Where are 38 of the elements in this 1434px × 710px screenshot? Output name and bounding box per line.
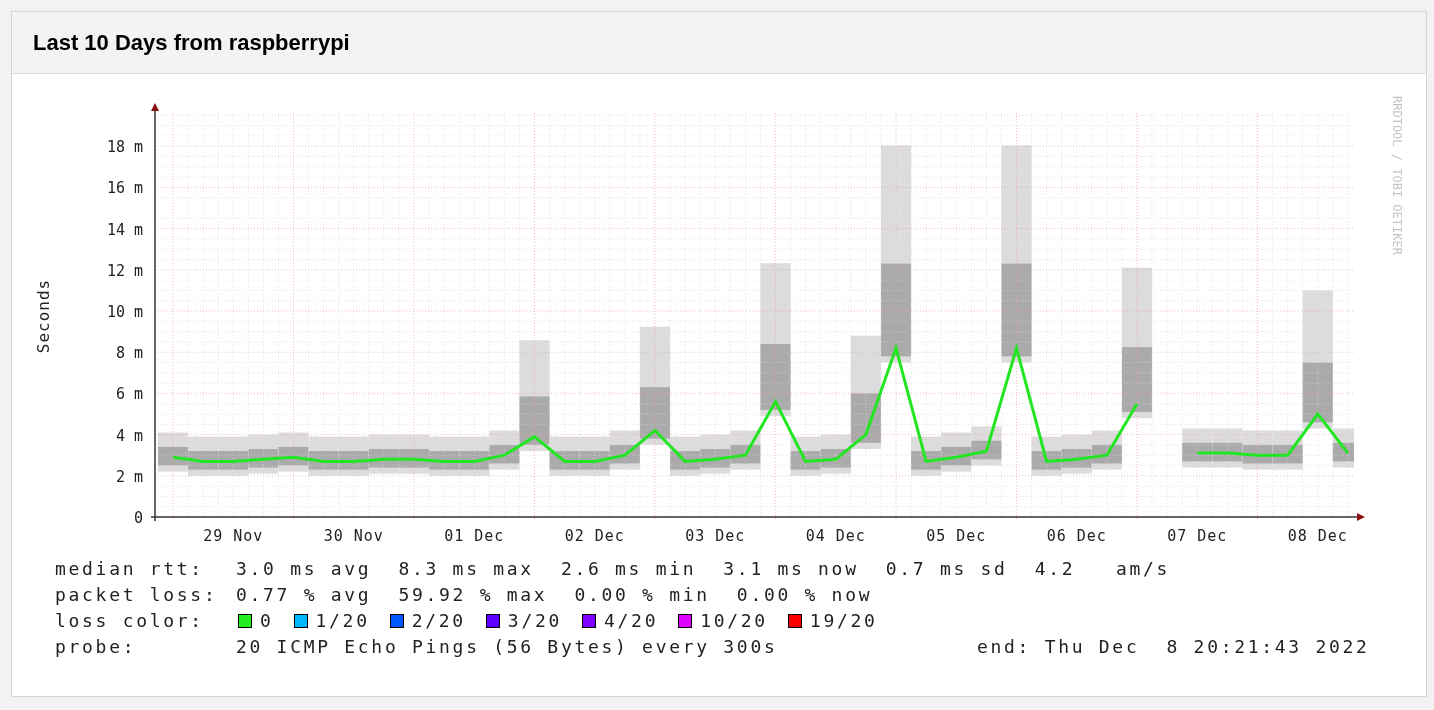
end-timestamp: end: Thu Dec 8 20:21:43 2022 bbox=[977, 635, 1370, 659]
legend-label: median rtt: bbox=[55, 557, 205, 581]
panel-title: Last 10 Days from raspberrypi bbox=[33, 29, 350, 57]
legend-label: loss color: bbox=[55, 609, 205, 633]
y-tick-label: 18 m bbox=[106, 138, 143, 157]
graph-credit: RRDTOOL / TOBI OETIKER bbox=[1390, 96, 1404, 255]
loss-color-label: 10/20 bbox=[700, 609, 768, 633]
x-tick-label: 03 Dec bbox=[685, 527, 746, 545]
loss-color-label: 19/20 bbox=[809, 609, 878, 633]
packet-loss-stats: 0.77 % avg 59.92 % max 0.00 % min 0.00 % now bbox=[236, 583, 873, 607]
y-tick-label: 2 m bbox=[115, 467, 143, 486]
y-tick-label: 8 m bbox=[115, 344, 143, 363]
x-tick-label: 04 Dec bbox=[805, 527, 866, 545]
x-tick-label: 02 Dec bbox=[564, 527, 625, 545]
probe-description: 20 ICMP Echo Pings (56 Bytes) every 300s bbox=[236, 635, 779, 659]
y-tick-label: 10 m bbox=[106, 303, 143, 321]
loss-color-label: 0 bbox=[260, 609, 274, 633]
loss-color-label: 2/20 bbox=[411, 609, 466, 633]
legend-label: packet loss: bbox=[55, 583, 219, 607]
loss-color-label: 4/20 bbox=[604, 609, 659, 633]
x-tick-label: 08 Dec bbox=[1287, 527, 1348, 545]
y-tick-label: 16 m bbox=[106, 179, 143, 198]
loss-color-label: 1/20 bbox=[315, 609, 370, 633]
y-tick-label: 0 bbox=[133, 509, 143, 527]
y-axis-label: Seconds bbox=[34, 278, 53, 354]
loss-color-label: 3/20 bbox=[507, 609, 562, 633]
x-tick-label: 05 Dec bbox=[926, 527, 987, 545]
y-tick-label: 12 m bbox=[106, 261, 143, 280]
legend-label: probe: bbox=[55, 635, 138, 659]
x-tick-label: 07 Dec bbox=[1167, 527, 1228, 545]
x-tick-label: 29 Nov bbox=[203, 527, 264, 545]
y-tick-label: 14 m bbox=[106, 220, 143, 239]
x-tick-label: 06 Dec bbox=[1046, 527, 1107, 545]
y-tick-label: 6 m bbox=[115, 385, 143, 404]
x-tick-label: 30 Nov bbox=[323, 527, 384, 545]
median-rtt-stats: 3.0 ms avg 8.3 ms max 2.6 ms min 3.1 ms now 0.7 ms sd 4.2 am/s bbox=[236, 557, 1171, 581]
y-tick-label: 4 m bbox=[115, 426, 143, 445]
x-tick-label: 01 Dec bbox=[444, 527, 505, 545]
